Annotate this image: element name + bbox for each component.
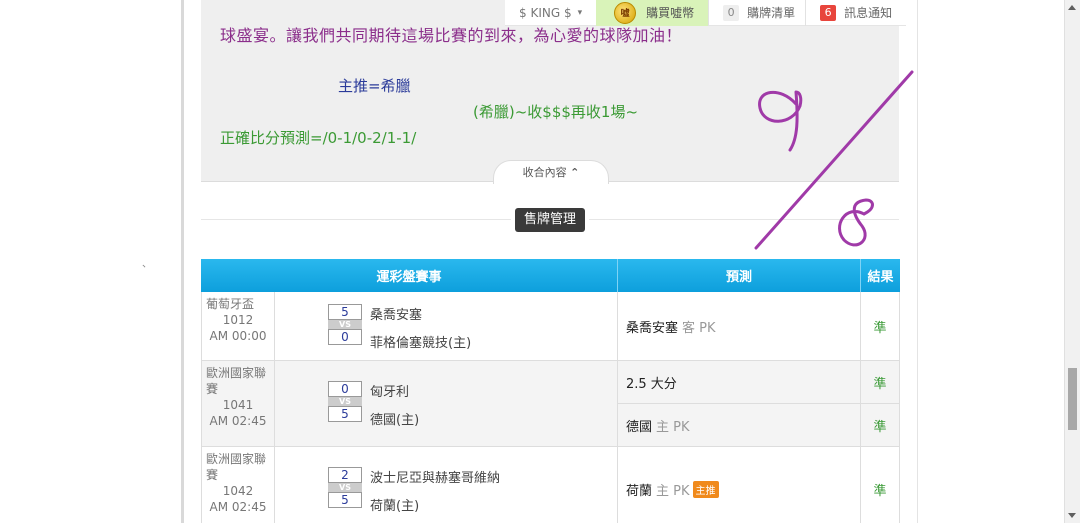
content-left-border xyxy=(181,0,184,523)
vs-label: VS xyxy=(328,320,362,329)
digit-8-stroke xyxy=(838,198,874,247)
collapse-content-button[interactable]: 收合內容 ⌃ xyxy=(493,160,609,184)
scroll-down-icon[interactable] xyxy=(1068,513,1076,518)
prediction-item: 2.5 大分 xyxy=(618,361,860,403)
match-teams: 5 VS 0 桑喬安塞 菲格倫塞競技(主) xyxy=(275,292,618,360)
score-prediction: 正確比分預測=/0-1/0-2/1-1/ xyxy=(220,129,417,147)
content-right-border xyxy=(917,0,918,523)
user-menu[interactable]: $ KING $ ▾ xyxy=(505,0,596,26)
match-time: AM 00:00 xyxy=(209,329,267,343)
notify-link[interactable]: 6 訊息通知 xyxy=(805,0,906,26)
table-header: 運彩盤賽事 預測 結果 xyxy=(201,259,900,292)
match-number: 1042 xyxy=(222,484,254,498)
match-info: 葡萄牙盃 1012 AM 00:00 xyxy=(202,292,275,360)
collapse-label: 收合內容 xyxy=(522,166,567,179)
cart-count-badge: 0 xyxy=(723,4,740,21)
main-pick-badge: 主推 xyxy=(692,481,719,498)
result-value: 準 xyxy=(873,320,887,336)
score-away: 5 xyxy=(328,304,362,320)
team-home: 菲格倫塞競技(主) xyxy=(370,336,472,351)
score-box: 0 VS 5 xyxy=(328,381,362,422)
match-number: 1041 xyxy=(222,398,254,412)
scroll-up-icon[interactable] xyxy=(1068,5,1076,10)
user-name: $ KING $ xyxy=(519,5,572,20)
prediction-side: 主 PK xyxy=(656,419,690,435)
score-box: 2 VS 5 xyxy=(328,467,362,508)
stray-mark: 、 xyxy=(142,259,152,270)
league-name: 歐洲國家聯賽 xyxy=(206,452,267,482)
buy-coins-button[interactable]: 噓 購買噓幣 xyxy=(596,0,709,26)
header-result: 結果 xyxy=(867,270,894,285)
recommend-note: (希臘)~收$$$再收1場~ xyxy=(473,103,639,121)
sell-management-button[interactable]: 售牌管理 xyxy=(515,208,586,232)
result-cell: 準 xyxy=(861,292,899,360)
vertical-scrollbar[interactable] xyxy=(1064,0,1080,523)
prediction-item: 荷蘭 主 PK 主推 xyxy=(618,447,860,523)
prediction-side: 客 PK xyxy=(682,320,716,336)
score-box: 5 VS 0 xyxy=(328,304,362,345)
score-away: 2 xyxy=(328,467,362,483)
top-bar: $ KING $ ▾ 噓 購買噓幣 0 購牌清單 6 訊息通知 xyxy=(505,0,907,26)
prediction-team: 德國 xyxy=(626,419,653,435)
caret-down-icon: ▾ xyxy=(577,7,583,18)
match-time: AM 02:45 xyxy=(209,500,267,514)
result-value: 準 xyxy=(861,403,899,446)
vs-label: VS xyxy=(328,397,362,406)
prediction-team: 荷蘭 xyxy=(626,484,653,499)
prediction-team: 2.5 大分 xyxy=(626,376,677,392)
team-home: 荷蘭(主) xyxy=(370,499,420,514)
prediction-team: 桑喬安塞 xyxy=(626,320,679,336)
cart-link[interactable]: 0 購牌清單 xyxy=(708,0,805,26)
team-away: 波士尼亞與赫塞哥維納 xyxy=(370,471,501,486)
notify-label: 訊息通知 xyxy=(844,6,893,20)
match-teams: 2 VS 5 波士尼亞與赫塞哥維納 荷蘭(主) xyxy=(275,447,618,523)
match-teams: 0 VS 5 匈牙利 德國(主) xyxy=(275,361,618,446)
prediction-cell: 2.5 大分 德國 主 PK xyxy=(618,361,861,446)
match-info: 歐洲國家聯賽 1042 AM 02:45 xyxy=(202,447,275,523)
result-cell: 準 準 xyxy=(861,361,899,446)
prediction-cell: 桑喬安塞 客 PK xyxy=(618,292,861,360)
table-row: 葡萄牙盃 1012 AM 00:00 5 VS 0 桑喬安塞 菲格倫塞競技(主)… xyxy=(201,292,900,361)
main-recommend: 主推=希臘 xyxy=(338,77,411,95)
section-divider-left xyxy=(201,219,511,220)
team-home: 德國(主) xyxy=(370,413,420,428)
team-away: 桑喬安塞 xyxy=(370,308,423,323)
prediction-cell: 荷蘭 主 PK 主推 xyxy=(618,447,861,523)
table-row: 歐洲國家聯賽 1041 AM 02:45 0 VS 5 匈牙利 德國(主) 2.… xyxy=(201,361,900,447)
score-away: 0 xyxy=(328,381,362,397)
match-info: 歐洲國家聯賽 1041 AM 02:45 xyxy=(202,361,275,446)
scroll-thumb[interactable] xyxy=(1068,368,1077,430)
score-home: 5 xyxy=(328,406,362,422)
match-time: AM 02:45 xyxy=(209,414,267,428)
score-home: 0 xyxy=(328,329,362,345)
league-name: 歐洲國家聯賽 xyxy=(206,366,267,396)
score-home: 5 xyxy=(328,492,362,508)
coin-icon: 噓 xyxy=(614,1,637,24)
notify-count-badge: 6 xyxy=(820,4,837,21)
cart-label: 購牌清單 xyxy=(747,6,796,20)
prediction-side: 主 PK xyxy=(656,484,690,499)
buy-coins-label: 購買噓幣 xyxy=(646,6,695,20)
result-value: 準 xyxy=(873,484,887,499)
chevron-up-icon: ⌃ xyxy=(570,166,580,179)
article-box: 球盛宴。讓我們共同期待這場比賽的到來，為心愛的球隊加油！ 主推=希臘 (希臘)~… xyxy=(201,0,899,184)
league-name: 葡萄牙盃 xyxy=(206,297,255,311)
result-cell: 準 xyxy=(861,447,899,523)
vs-label: VS xyxy=(328,483,362,492)
table-row: 歐洲國家聯賽 1042 AM 02:45 2 VS 5 波士尼亞與赫塞哥維納 荷… xyxy=(201,447,900,523)
header-prediction: 預測 xyxy=(618,259,861,292)
match-number: 1012 xyxy=(222,313,254,327)
prediction-item: 桑喬安塞 客 PK xyxy=(618,292,860,360)
prediction-item: 德國 主 PK xyxy=(618,403,860,446)
result-value: 準 xyxy=(873,376,887,392)
section-divider-right xyxy=(589,219,899,220)
team-away: 匈牙利 xyxy=(370,385,410,400)
prediction-table: 運彩盤賽事 預測 結果 葡萄牙盃 1012 AM 00:00 5 VS 0 桑喬… xyxy=(201,259,900,523)
header-match: 運彩盤賽事 xyxy=(201,259,618,292)
